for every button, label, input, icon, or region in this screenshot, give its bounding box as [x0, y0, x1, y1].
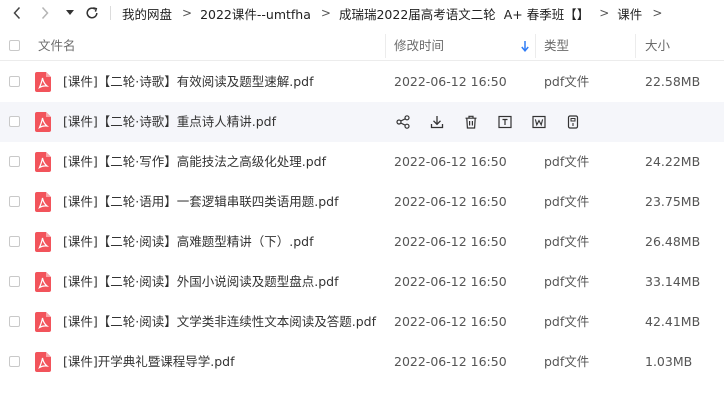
refresh-button[interactable] [83, 3, 101, 23]
file-modified-time: 2022-06-12 16:50 [394, 274, 507, 289]
file-row[interactable]: [课件]【二轮·阅读】文学类非连续性文本阅读及答题.pdf 2022-06-12… [0, 302, 724, 342]
download-button[interactable] [428, 113, 446, 131]
pdf-file-icon [35, 72, 51, 92]
row-checkbox[interactable] [9, 236, 20, 247]
pdf-file-icon [35, 272, 51, 292]
download-icon [430, 116, 444, 129]
row-checkbox[interactable] [9, 356, 20, 367]
row-checkbox[interactable] [9, 196, 20, 207]
delete-button[interactable] [462, 113, 480, 131]
file-row[interactable]: [课件]【二轮·阅读】外国小说阅读及题型盘点.pdf 2022-06-12 16… [0, 262, 724, 302]
more-icon [567, 115, 579, 129]
file-name[interactable]: [课件]【二轮·阅读】文学类非连续性文本阅读及答题.pdf [63, 302, 376, 342]
file-row[interactable]: [课件]【二轮·语用】一套逻辑串联四类语用题.pdf 2022-06-12 16… [0, 182, 724, 222]
file-name[interactable]: [课件]【二轮·语用】一套逻辑串联四类语用题.pdf [63, 182, 338, 222]
row-checkbox[interactable] [9, 276, 20, 287]
breadcrumb-item-course[interactable]: 成瑞瑞2022届高考语文二轮 A+ 春季班【】 [339, 4, 589, 23]
column-header-type[interactable]: 类型 [544, 32, 569, 60]
pdf-file-icon [35, 232, 51, 252]
file-name[interactable]: [课件]开学典礼暨课程导学.pdf [63, 342, 235, 382]
file-name[interactable]: [课件]【二轮·诗歌】有效阅读及题型速解.pdf [63, 62, 313, 102]
caret-down-icon [66, 10, 74, 15]
file-size: 1.03MB [645, 354, 693, 369]
chevron-left-icon [13, 6, 21, 20]
row-checkbox[interactable] [9, 116, 20, 127]
breadcrumb-item-folder[interactable]: 2022课件--umtfha [200, 4, 311, 23]
history-dropdown-button[interactable] [63, 3, 77, 23]
column-divider[interactable] [535, 34, 536, 58]
pdf-file-icon [35, 312, 51, 332]
file-modified-time: 2022-06-12 16:50 [394, 194, 507, 209]
breadcrumb-separator: > [320, 6, 331, 20]
file-type: pdf文件 [544, 274, 590, 289]
delete-icon [465, 115, 477, 129]
file-name[interactable]: [课件]【二轮·阅读】高难题型精讲（下）.pdf [63, 222, 313, 262]
column-header-name[interactable]: 文件名 [38, 32, 76, 60]
row-checkbox[interactable] [9, 156, 20, 167]
breadcrumb-item-current[interactable]: 课件 [617, 4, 642, 23]
file-type: pdf文件 [544, 74, 590, 89]
file-type: pdf文件 [544, 194, 590, 209]
file-row[interactable]: [课件]【二轮·阅读】高难题型精讲（下）.pdf 2022-06-12 16:5… [0, 222, 724, 262]
navigation-bar: 我的网盘 > 2022课件--umtfha > 成瑞瑞2022届高考语文二轮 A… [0, 0, 724, 26]
share-icon [396, 115, 410, 129]
convert-word-button[interactable] [530, 113, 548, 131]
file-list-header: 文件名 修改时间 类型 大小 [0, 32, 724, 61]
file-row[interactable]: [课件]开学典礼暨课程导学.pdf 2022-06-12 16:50 pdf文件… [0, 342, 724, 382]
chevron-right-icon [41, 6, 49, 20]
file-type: pdf文件 [544, 234, 590, 249]
file-modified-time: 2022-06-12 16:50 [394, 234, 507, 249]
back-button[interactable] [8, 3, 26, 23]
divider [110, 6, 111, 20]
breadcrumb-item-root[interactable]: 我的网盘 [122, 4, 172, 23]
breadcrumb: 我的网盘 > 2022课件--umtfha > 成瑞瑞2022届高考语文二轮 A… [122, 0, 670, 26]
arrow-down-icon[interactable] [521, 41, 529, 52]
column-header-size[interactable]: 大小 [645, 32, 670, 60]
file-size: 24.22MB [645, 154, 701, 169]
file-name[interactable]: [课件]【二轮·诗歌】重点诗人精讲.pdf [63, 102, 276, 142]
pdf-file-icon [35, 192, 51, 212]
row-checkbox[interactable] [9, 76, 20, 87]
breadcrumb-separator: > [652, 6, 663, 20]
file-size: 26.48MB [645, 234, 701, 249]
column-divider[interactable] [385, 34, 386, 58]
column-divider[interactable] [635, 34, 636, 58]
file-row-hovered[interactable]: [课件]【二轮·诗歌】重点诗人精讲.pdf [0, 102, 724, 142]
file-size: 33.14MB [645, 274, 701, 289]
word-convert-icon [532, 115, 546, 129]
select-all-checkbox[interactable] [9, 40, 20, 51]
file-size: 42.41MB [645, 314, 701, 329]
row-checkbox[interactable] [9, 316, 20, 327]
file-modified-time: 2022-06-12 16:50 [394, 354, 507, 369]
more-button[interactable] [564, 113, 582, 131]
pdf-file-icon [35, 352, 51, 372]
pdf-file-icon [35, 112, 51, 132]
refresh-icon [86, 7, 98, 19]
file-modified-time: 2022-06-12 16:50 [394, 314, 507, 329]
file-type: pdf文件 [544, 354, 590, 369]
file-name[interactable]: [课件]【二轮·写作】高能技法之高级化处理.pdf [63, 142, 326, 182]
breadcrumb-separator: > [182, 6, 193, 20]
file-size: 23.75MB [645, 194, 701, 209]
file-row[interactable]: [课件]【二轮·写作】高能技法之高级化处理.pdf 2022-06-12 16:… [0, 142, 724, 182]
file-type: pdf文件 [544, 314, 590, 329]
row-action-toolbar [394, 113, 598, 131]
pdf-file-icon [35, 152, 51, 172]
file-name[interactable]: [课件]【二轮·阅读】外国小说阅读及题型盘点.pdf [63, 262, 338, 302]
column-header-modified[interactable]: 修改时间 [394, 32, 444, 60]
rename-button[interactable] [496, 113, 514, 131]
file-size: 22.58MB [645, 74, 701, 89]
share-button[interactable] [394, 113, 412, 131]
file-row[interactable]: [课件]【二轮·诗歌】有效阅读及题型速解.pdf 2022-06-12 16:5… [0, 62, 724, 102]
file-type: pdf文件 [544, 154, 590, 169]
breadcrumb-separator: > [599, 6, 610, 20]
forward-button[interactable] [36, 3, 54, 23]
file-modified-time: 2022-06-12 16:50 [394, 154, 507, 169]
file-modified-time: 2022-06-12 16:50 [394, 74, 507, 89]
rename-icon [498, 115, 512, 129]
